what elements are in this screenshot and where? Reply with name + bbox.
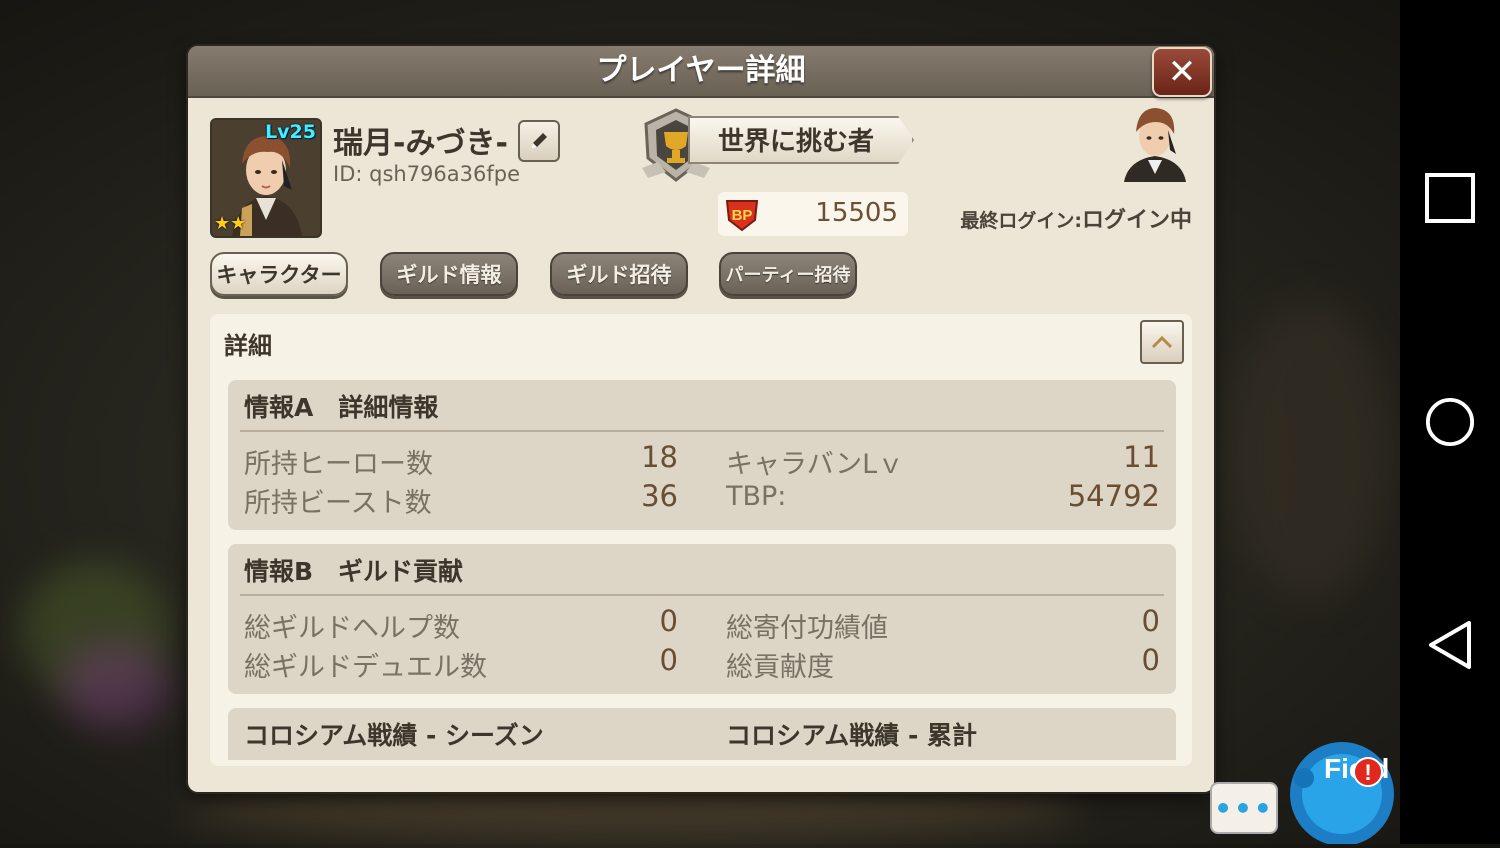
background-flowers — [60, 640, 170, 730]
guild-invite-button[interactable]: ギルド招待 — [550, 252, 688, 296]
back-button[interactable] — [1425, 620, 1475, 670]
stat-label: 所持ヒーロー数 — [244, 449, 433, 480]
stat-label: 総ギルドヘルプ数 — [244, 613, 460, 644]
colosseum-total-title: コロシアム戦績 - 累計 — [726, 721, 978, 750]
home-button[interactable] — [1425, 397, 1475, 447]
stat-label: 総寄付功績値 — [726, 613, 888, 644]
section-divider — [240, 430, 1164, 432]
bp-value: 15505 — [815, 198, 898, 228]
stat-value: 54792 — [1067, 479, 1160, 513]
collapse-button[interactable] — [1140, 320, 1184, 364]
level-badge: Lv25 — [265, 121, 316, 143]
pencil-icon — [531, 133, 547, 149]
tab-character[interactable]: キャラクター — [210, 252, 348, 296]
last-login-value: ログイン中 — [1081, 208, 1192, 233]
info-b-section: 情報B ギルド貢献 総ギルドヘルプ数 0 総ギルドデュエル数 0 総寄付功績値 … — [228, 544, 1176, 694]
stat-value: 11 — [1123, 440, 1160, 474]
bp-display: BP 15505 — [718, 192, 908, 236]
field-map-icon: Field ! — [1290, 742, 1394, 846]
close-button[interactable]: ✕ — [1152, 47, 1212, 97]
rarity-stars: ★★ — [214, 213, 246, 234]
party-invite-button[interactable]: パーティー招待 — [719, 252, 857, 296]
bp-icon: BP — [725, 200, 759, 232]
star-icon: ★ — [230, 213, 247, 234]
stat-value: 18 — [641, 440, 678, 474]
stat-label: 総ギルドデュエル数 — [244, 652, 487, 683]
section-divider — [240, 594, 1164, 596]
stat-label: キャラバンLｖ — [726, 449, 905, 480]
close-icon: ✕ — [1167, 52, 1197, 92]
colosseum-section: コロシアム戦績 - シーズン コロシアム戦績 - 累計 — [228, 708, 1176, 760]
detail-panel[interactable]: 詳細 情報A 詳細情報 所持ヒーロー数 18 所持ビースト数 36 キャラバンL… — [210, 314, 1192, 766]
stat-label: 総貢献度 — [726, 652, 834, 683]
stat-value: 0 — [659, 643, 678, 677]
last-login-label: 最終ログイン: — [960, 210, 1082, 232]
field-button[interactable]: Field ! — [1282, 738, 1400, 846]
chevron-up-icon — [1151, 335, 1173, 349]
stat-value: 0 — [1141, 643, 1160, 677]
edit-name-button[interactable] — [518, 120, 560, 162]
player-id: ID: qsh796a36fpe — [333, 162, 521, 186]
player-title-banner: 世界に挑む者 — [688, 116, 914, 164]
stat-value: 0 — [659, 604, 678, 638]
chat-bubble-icon: ••• — [1214, 791, 1274, 825]
alert-badge: ! — [1364, 760, 1371, 785]
player-name: 瑞月-みづき- — [333, 126, 508, 161]
last-login: 最終ログイン:ログイン中 — [960, 202, 1192, 234]
square-recents-icon — [1425, 173, 1475, 223]
star-icon: ★ — [214, 213, 231, 234]
player-avatar — [1124, 108, 1186, 182]
dialog-title: プレイヤー詳細 — [188, 46, 1214, 98]
bp-icon-text: BP — [732, 207, 753, 224]
colosseum-season-title: コロシアム戦績 - シーズン — [244, 721, 544, 750]
section-title: 情報A 詳細情報 — [244, 393, 439, 422]
chat-button[interactable]: ••• — [1210, 782, 1278, 834]
recents-button[interactable] — [1425, 173, 1475, 223]
stat-value: 36 — [641, 479, 678, 513]
info-a-section: 情報A 詳細情報 所持ヒーロー数 18 所持ビースト数 36 キャラバンLｖ 1… — [228, 380, 1176, 530]
section-title: 情報B ギルド貢献 — [244, 557, 464, 586]
android-nav-bar — [1400, 0, 1500, 844]
guild-info-button[interactable]: ギルド情報 — [380, 252, 518, 296]
stat-label: 所持ビースト数 — [244, 488, 432, 519]
player-portrait[interactable]: Lv25 ★★ — [210, 118, 322, 238]
player-detail-dialog: プレイヤー詳細 ✕ Lv25 ★★ 瑞月-みづき- ID: qsh796a36f… — [188, 46, 1214, 792]
background-wall — [1230, 300, 1390, 600]
circle-home-icon — [1425, 397, 1475, 447]
stat-label: TBP: — [726, 481, 787, 512]
detail-title: 詳細 — [224, 332, 272, 360]
triangle-back-icon — [1429, 621, 1471, 669]
stat-value: 0 — [1141, 604, 1160, 638]
